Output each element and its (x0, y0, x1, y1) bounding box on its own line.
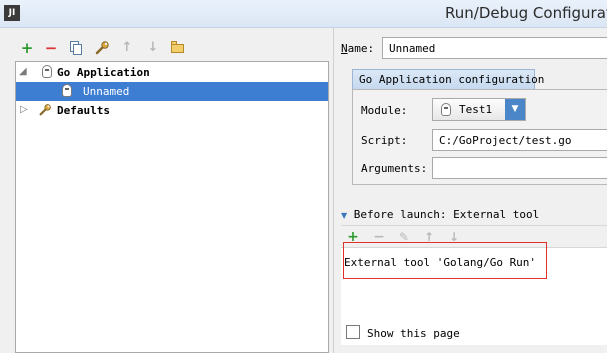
collapse-triangle-icon: ▼ (341, 211, 348, 220)
tree-item-label: Unnamed (83, 85, 130, 98)
edit-defaults-button[interactable] (94, 40, 110, 56)
plus-icon: + (20, 39, 34, 57)
script-field[interactable]: C:/GoProject/test.go (432, 129, 607, 151)
name-field[interactable]: Unnamed (382, 37, 607, 59)
panel-splitter[interactable] (333, 28, 334, 353)
divider (341, 225, 607, 226)
tab-go-application-configuration[interactable]: Go Application configuration (352, 69, 544, 89)
add-configuration-button[interactable]: + (19, 40, 35, 56)
arguments-label: Arguments: (361, 162, 428, 175)
tree-item-go-application[interactable]: ◢ Go Application (16, 63, 328, 82)
move-down-button[interactable]: ↓ (145, 40, 161, 56)
go-gopher-icon (60, 84, 74, 98)
module-select[interactable]: Test1 ▼ (432, 98, 526, 121)
copy-configuration-button[interactable] (68, 40, 84, 56)
remove-configuration-button[interactable]: − (43, 40, 59, 56)
configuration-tree[interactable]: ◢ Go Application Unnamed ▷ Defaults (15, 61, 329, 353)
chevron-down-icon[interactable]: ▼ (505, 99, 525, 120)
tree-item-label: Defaults (57, 104, 110, 117)
app-logo-icon: JI (4, 5, 20, 21)
window-title: Run/Debug Configurat (445, 4, 607, 22)
show-this-page-checkbox[interactable] (346, 325, 360, 339)
show-this-page-label: Show this page (367, 327, 460, 340)
move-up-button[interactable]: ↑ (119, 40, 135, 56)
script-label: Script: (361, 134, 408, 147)
wrench-icon (39, 104, 51, 116)
expand-arrow-icon[interactable]: ◢ (19, 66, 27, 77)
create-folder-button[interactable] (170, 40, 186, 56)
go-gopher-icon (441, 103, 451, 116)
module-label: Module: (361, 104, 408, 117)
arrow-down-icon: ↓ (147, 40, 159, 55)
highlight-annotation-box (343, 242, 547, 279)
module-value: Test1 (459, 103, 493, 116)
collapse-arrow-icon[interactable]: ▷ (20, 104, 28, 115)
arrow-up-icon: ↑ (121, 40, 133, 55)
before-launch-title: Before launch: External tool (353, 208, 540, 221)
tree-item-unnamed[interactable]: Unnamed (16, 82, 328, 101)
arguments-field[interactable] (432, 157, 607, 179)
name-label: Name: (341, 42, 375, 55)
before-launch-header[interactable]: ▼ Before launch: External tool (341, 208, 539, 221)
tree-item-label: Go Application (57, 66, 150, 79)
tree-item-defaults[interactable]: ▷ Defaults (16, 101, 328, 120)
wrench-icon (95, 41, 109, 55)
go-gopher-icon (40, 65, 54, 79)
minus-icon: − (44, 39, 58, 57)
